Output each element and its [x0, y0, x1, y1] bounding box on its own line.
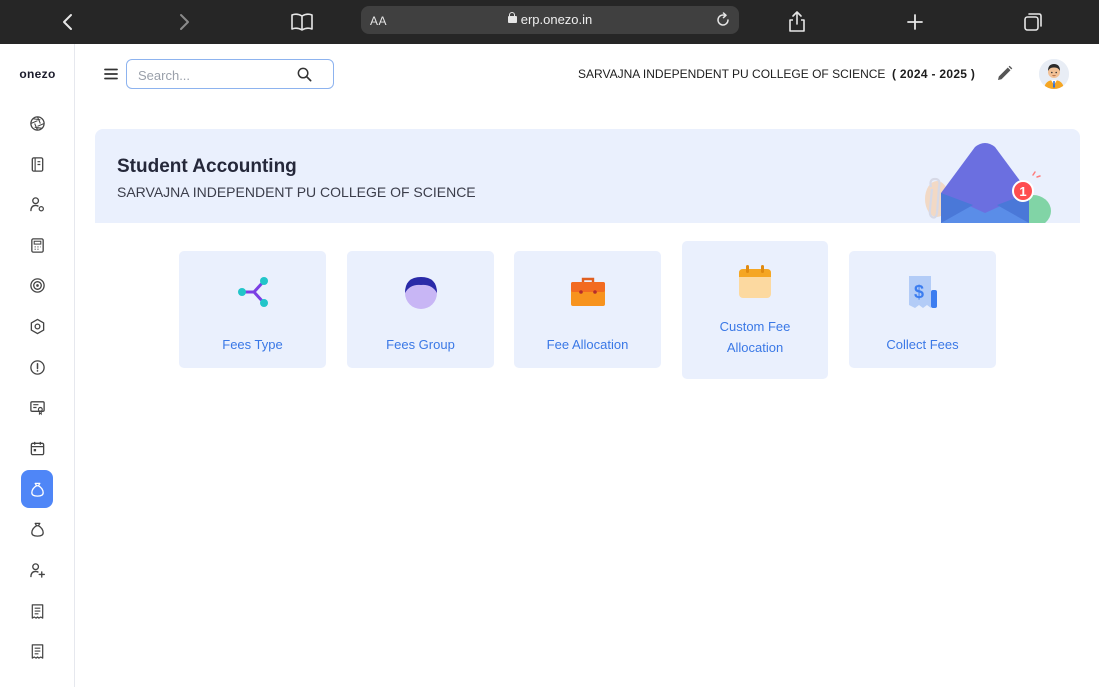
search-input[interactable] — [138, 66, 288, 84]
search-icon[interactable] — [296, 66, 313, 83]
url-display[interactable]: erp.onezo.in — [361, 12, 739, 27]
sidebar-item-calculator[interactable] — [21, 226, 53, 264]
forward-icon[interactable] — [170, 8, 198, 36]
tabs-overview-icon[interactable] — [1019, 8, 1047, 36]
card-label: Fees Type — [222, 337, 283, 352]
lock-icon — [507, 12, 517, 23]
notification-count: 1 — [1019, 184, 1026, 199]
target-icon — [29, 277, 45, 293]
receipt-dollar-icon: $ — [903, 272, 943, 312]
card-label: Fees Group — [386, 337, 455, 352]
calendar-icon — [735, 262, 775, 302]
reload-icon[interactable] — [713, 10, 733, 30]
academic-year[interactable]: ( 2024 - 2025 ) — [892, 67, 975, 81]
card-label: Custom Fee Allocation — [720, 316, 791, 358]
header-college-name: SARVAJNA INDEPENDENT PU COLLEGE OF SCIEN… — [578, 67, 886, 81]
url-text: erp.onezo.in — [520, 12, 593, 27]
hexagon-settings-icon — [30, 318, 44, 334]
card-custom-fee-allocation[interactable]: Custom Fee Allocation — [682, 241, 828, 379]
briefcase-icon — [568, 272, 608, 312]
money-bag-icon — [30, 522, 44, 537]
card-label-line-2: Allocation — [726, 340, 784, 355]
card-label: Fee Allocation — [546, 337, 629, 352]
receipt-icon — [31, 603, 43, 619]
sidebar-item-students[interactable] — [21, 185, 53, 223]
card-fee-allocation[interactable]: Fee Allocation — [514, 251, 661, 368]
sidebar-item-dashboard[interactable] — [21, 104, 53, 142]
card-collect-fees[interactable]: $ Collect Fees — [849, 251, 996, 368]
aperture-icon — [29, 115, 45, 131]
sidebar-item-finance[interactable] — [21, 510, 53, 548]
card-fees-group[interactable]: Fees Group — [347, 251, 494, 368]
svg-text:$: $ — [913, 282, 923, 302]
alert-circle-icon — [29, 359, 45, 375]
user-avatar[interactable] — [1039, 59, 1069, 89]
hamburger-menu-icon[interactable] — [102, 66, 120, 82]
logo-text: onezo — [19, 67, 56, 81]
card-label: Collect Fees — [886, 337, 959, 352]
sidebar-item-calendar[interactable] — [21, 429, 53, 467]
sidebar-item-receipts[interactable] — [21, 632, 53, 670]
back-icon[interactable] — [54, 8, 82, 36]
money-bag-icon — [30, 482, 44, 497]
share-nodes-icon — [233, 272, 273, 312]
card-label-line-1: Custom Fee — [719, 319, 791, 334]
page-title: Student Accounting — [117, 156, 297, 177]
browser-toolbar: AA erp.onezo.in — [0, 0, 1099, 44]
onezo-logo[interactable]: onezo — [0, 67, 75, 81]
sidebar: onezo — [0, 44, 75, 687]
calculator-icon — [30, 237, 44, 253]
share-icon[interactable] — [783, 8, 811, 36]
person-head-icon — [401, 272, 441, 312]
receipt-icon — [31, 643, 43, 659]
sidebar-item-alerts[interactable] — [21, 348, 53, 386]
notification-envelope-illustration: 1 — [925, 143, 1051, 223]
sidebar-item-reports[interactable] — [21, 592, 53, 630]
page-subtitle: SARVAJNA INDEPENDENT PU COLLEGE OF SCIEN… — [117, 184, 476, 200]
certificate-icon — [29, 400, 45, 415]
edit-pencil-icon[interactable] — [995, 64, 1014, 83]
sidebar-item-admissions[interactable] — [21, 551, 53, 589]
bookmarks-icon[interactable] — [288, 8, 316, 36]
sidebar-item-goals[interactable] — [21, 266, 53, 304]
sidebar-item-academics[interactable] — [21, 145, 53, 183]
sidebar-item-settings[interactable] — [21, 307, 53, 345]
user-plus-icon — [29, 562, 45, 578]
calendar-icon — [30, 441, 44, 455]
sidebar-item-student-accounting[interactable] — [21, 470, 53, 508]
user-settings-icon — [29, 196, 44, 211]
new-tab-icon[interactable] — [901, 8, 929, 36]
address-bar[interactable]: AA erp.onezo.in — [361, 6, 739, 34]
card-fees-type[interactable]: Fees Type — [179, 251, 326, 368]
sidebar-item-certificates[interactable] — [21, 388, 53, 426]
page-banner: Student Accounting SARVAJNA INDEPENDENT … — [95, 129, 1080, 223]
search-field[interactable] — [126, 59, 334, 89]
book-icon — [31, 156, 43, 172]
